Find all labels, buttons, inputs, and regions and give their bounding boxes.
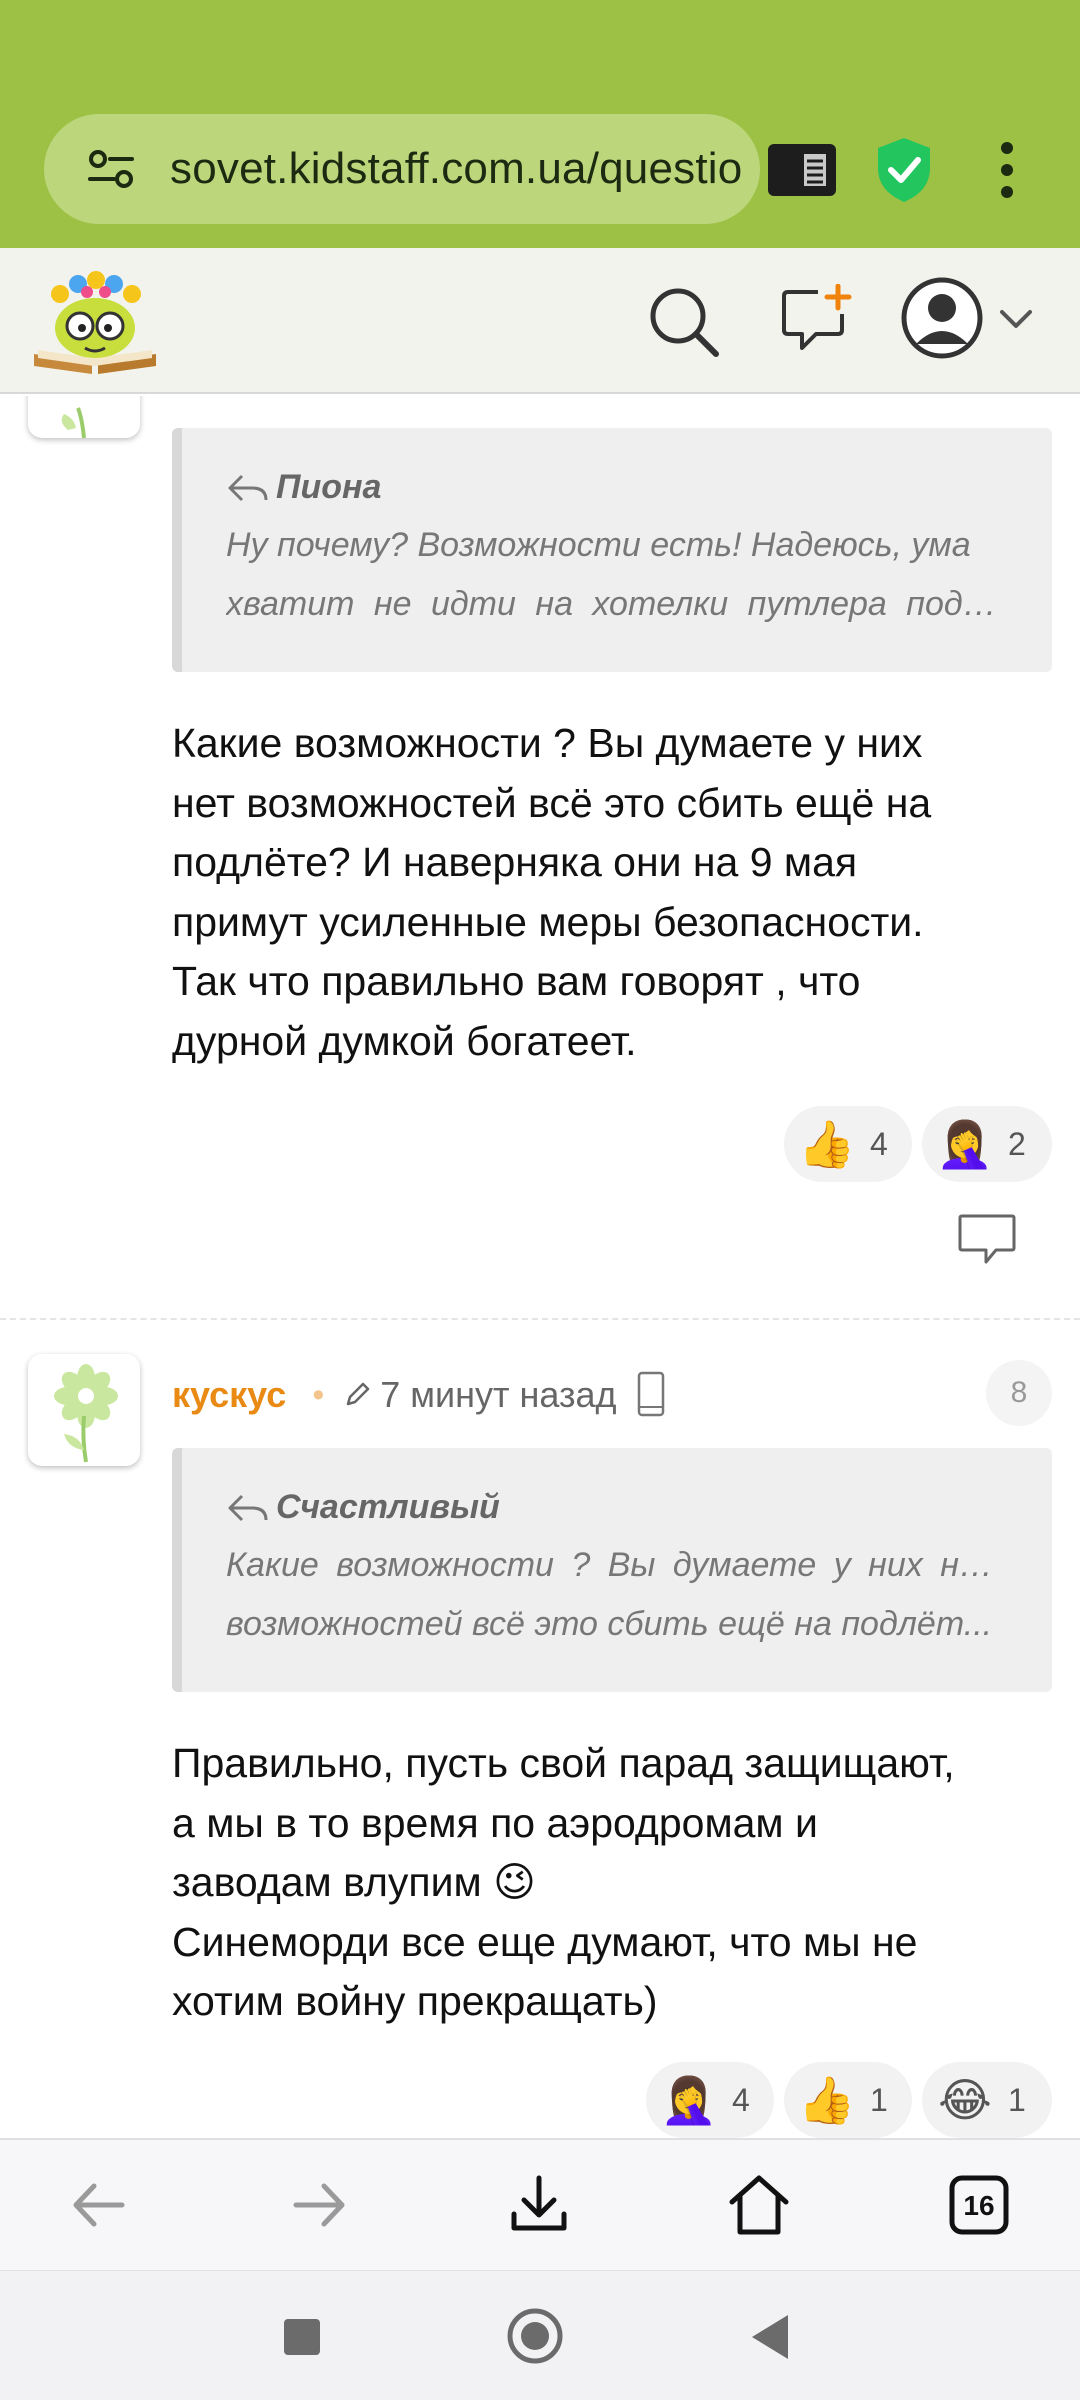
reply-arrow-icon <box>228 474 268 501</box>
post-line: хотим войну прекращать) <box>172 1978 658 2024</box>
back-arrow-icon[interactable] <box>64 2170 134 2240</box>
reaction-facepalm[interactable]: 🤦‍♀️ 4 <box>646 2062 774 2138</box>
reaction-count: 4 <box>732 2081 750 2118</box>
laughing-icon: 😂 <box>938 2074 992 2126</box>
thumbs-up-icon: 👍 <box>798 1118 856 1170</box>
quote-line: Какие возможности ? Вы думаете у них нет <box>226 1546 998 1584</box>
back-triangle-icon[interactable] <box>748 2313 792 2366</box>
post-line: Какие возможности ? Вы думаете у них <box>172 720 923 766</box>
forward-arrow-icon[interactable] <box>284 2170 354 2240</box>
reaction-count: 1 <box>870 2081 888 2118</box>
home-circle-icon[interactable] <box>506 2307 564 2370</box>
author-name[interactable]: кускус <box>172 1374 286 1416</box>
avatar[interactable] <box>28 396 140 438</box>
post-meta: кускус • 7 минут назад <box>172 1370 671 1420</box>
post-line: Правильно, пусть свой парад защищают, <box>172 1740 955 1786</box>
reaction-facepalm[interactable]: 🤦‍♀️ 2 <box>922 1106 1052 1182</box>
post-text: Какие возможности ? Вы думаете у них нет… <box>172 714 1052 1071</box>
facepalm-icon: 🤦‍♀️ <box>936 1118 994 1170</box>
comments-feed: Пиона Ну почему? Возможности есть! Надею… <box>0 396 1080 2138</box>
thumbs-up-icon: 👍 <box>798 2074 856 2126</box>
reaction-count: 1 <box>1008 2081 1026 2118</box>
post-time: 7 минут назад <box>380 1374 617 1415</box>
post-number-badge[interactable]: 8 <box>986 1360 1052 1426</box>
reply-arrow-icon <box>228 1494 268 1521</box>
post-line: Так что правильно вам говорят , что <box>172 958 861 1004</box>
shield-check-icon[interactable] <box>874 136 934 204</box>
quote-line: хватит не идти на хотелки путлера подня.… <box>226 585 998 623</box>
post-line: заводам влупим 😉 <box>172 1859 536 1905</box>
reader-mode-icon[interactable] <box>766 142 838 198</box>
post-text: Правильно, пусть свой парад защищают, а … <box>172 1734 1052 2032</box>
chevron-down-icon[interactable] <box>996 304 1036 334</box>
post-line: примут усиленные меры безопасности. <box>172 898 924 945</box>
site-header <box>0 248 1080 394</box>
new-topic-icon[interactable] <box>780 283 856 354</box>
post-line: а мы в то время по аэродромам и <box>172 1799 818 1846</box>
quote-author: Пиона <box>226 468 381 507</box>
quoted-message[interactable]: Счастливый Какие возможности ? Вы думает… <box>172 1448 1052 1692</box>
user-avatar-icon[interactable] <box>900 276 984 360</box>
site-logo[interactable] <box>30 262 160 380</box>
address-bar[interactable]: sovet.kidstaff.com.ua/questio <box>44 114 760 224</box>
post-line: подлёте? И наверняка они на 9 мая <box>172 839 858 885</box>
reply-icon[interactable] <box>956 1212 1018 1268</box>
facepalm-icon: 🤦‍♀️ <box>660 2074 718 2126</box>
reaction-thumbs-up[interactable]: 👍 4 <box>784 1106 912 1182</box>
browser-bottom-toolbar: 16 <box>0 2138 1080 2270</box>
quote-author-name: Пиона <box>276 468 382 506</box>
quote-author-name: Счастливый <box>276 1488 500 1526</box>
quote-text: Какие возможности ? Вы думаете у них нет… <box>226 1536 998 1654</box>
quote-author: Счастливый <box>226 1488 500 1527</box>
post-line: нет возможностей всё это сбить ещё на <box>172 779 932 826</box>
tabs-icon[interactable]: 16 <box>944 2170 1014 2240</box>
browser-top-bar: sovet.kidstaff.com.ua/questio <box>0 0 1080 248</box>
quote-text: Ну почему? Возможности есть! Надеюсь, ум… <box>226 516 998 634</box>
reaction-count: 4 <box>870 1125 888 1162</box>
online-dot: • <box>312 1375 325 1414</box>
home-icon[interactable] <box>724 2170 794 2240</box>
pencil-icon <box>346 1382 370 1406</box>
quote-line: Ну почему? Возможности есть! Надеюсь, ум… <box>226 526 971 564</box>
reaction-thumbs-up[interactable]: 👍 1 <box>784 2062 912 2138</box>
search-icon[interactable] <box>646 284 722 360</box>
recents-square-icon[interactable] <box>282 2317 322 2362</box>
quote-line: возможностей всё это сбить ещё на подлёт… <box>226 1605 993 1643</box>
post-divider <box>0 1318 1080 1320</box>
post-line: дурной думкой богатеет. <box>172 1017 637 1064</box>
more-menu-icon[interactable] <box>995 140 1019 200</box>
download-icon[interactable] <box>504 2170 574 2240</box>
tab-count: 16 <box>963 2190 994 2221</box>
url-text[interactable]: sovet.kidstaff.com.ua/questio <box>170 144 742 194</box>
post-line: Синеморди все еще думают, что мы не <box>172 1918 918 1965</box>
quoted-message[interactable]: Пиона Ну почему? Возможности есть! Надею… <box>172 428 1052 672</box>
reaction-count: 2 <box>1008 1125 1026 1162</box>
avatar[interactable] <box>28 1354 140 1466</box>
system-navigation-bar <box>0 2270 1080 2400</box>
site-settings-icon[interactable] <box>84 141 140 197</box>
mobile-device-icon <box>637 1371 664 1417</box>
reaction-laughing[interactable]: 😂 1 <box>922 2062 1052 2138</box>
